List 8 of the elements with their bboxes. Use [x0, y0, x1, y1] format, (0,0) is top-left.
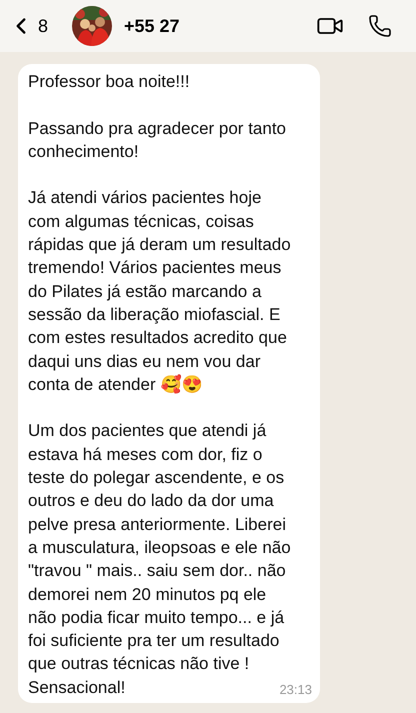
- message-time: 23:13: [279, 680, 312, 699]
- message-text: Professor boa noite!!!: [28, 71, 191, 93]
- back-button[interactable]: 8: [8, 12, 48, 40]
- message-text: Passando pra agradecer por tanto conhecimento!: [28, 118, 288, 163]
- phone-call-icon[interactable]: [368, 14, 392, 38]
- contact-name[interactable]: +55 27: [124, 12, 180, 40]
- message-text: Um dos pacientes que atendi já estava há meses com dor, fiz o teste do polegar ascendente, e os outros e deu do lado da dor uma pelve presa anteriormente. Liberei a musculatura, ileopsoas e ele não "travou " mais.. saiu sem dor.. não demorei nem 20 minutos pq ele não podia ficar muito tempo... e já foi suficiente pra ter um resultado que outras técnicas não tive ! Sensacional! 23:13: [28, 419, 312, 700]
- message-text: Já atendi vários pacientes hoje com algumas técnicas, coisas rápidas que já deram um resultado tremendo! Vários pacientes meus do Pilates já estão marcando a sessão da liberação miofascial. E com estes resultados acredito que daqui uns dias eu nem vou dar conta de atender 🥰😍: [28, 187, 292, 396]
